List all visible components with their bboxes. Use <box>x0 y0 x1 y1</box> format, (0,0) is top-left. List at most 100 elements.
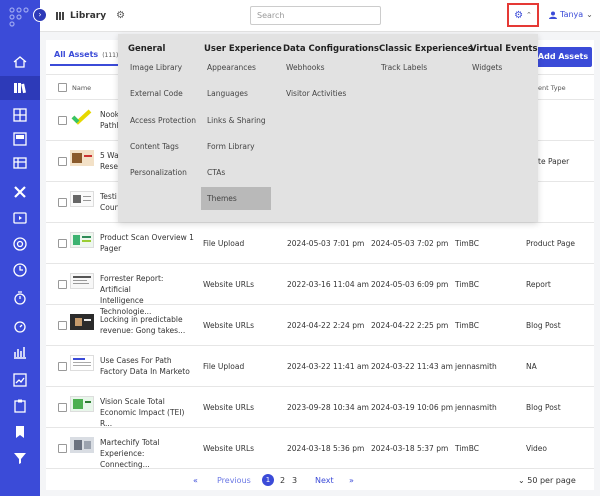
filter-icon[interactable] <box>12 450 28 466</box>
asset-type: Blog Post <box>526 321 561 330</box>
logo-icon[interactable] <box>8 6 30 28</box>
table-icon[interactable] <box>12 155 28 171</box>
asset-created: 2024-03-18 5:36 pm <box>287 444 365 453</box>
menu-item-content-tags[interactable]: Content Tags <box>130 142 179 151</box>
asset-title[interactable]: Product Scan Overview 1 Pager <box>100 232 195 254</box>
pagination: « Previous 1 2 3 Next » ⌄ 50 per page <box>46 468 594 490</box>
menu-item-widgets[interactable]: Widgets <box>472 63 502 72</box>
asset-thumbnail <box>70 232 94 248</box>
settings-menu: General Image Library External Code Acce… <box>118 34 538 222</box>
menu-item-ctas[interactable]: CTAs <box>207 168 225 177</box>
menu-item-form-library[interactable]: Form Library <box>207 142 255 151</box>
page-2-button[interactable]: 2 <box>280 476 285 485</box>
asset-source: Website URLs <box>203 444 255 453</box>
home-icon[interactable] <box>12 54 28 70</box>
menu-item-links-sharing[interactable]: Links & Sharing <box>207 116 266 125</box>
table-row[interactable]: Use Cases For Path Factory Data In Marke… <box>46 346 594 387</box>
asset-thumbnail <box>70 437 94 453</box>
first-page-button[interactable]: « <box>193 476 198 485</box>
row-checkbox[interactable] <box>58 157 67 166</box>
select-all-checkbox[interactable] <box>58 83 67 92</box>
video-icon[interactable] <box>12 210 28 226</box>
menu-item-languages[interactable]: Languages <box>207 89 248 98</box>
page-3-button[interactable]: 3 <box>292 476 297 485</box>
add-assets-button[interactable]: Add Assets <box>534 47 592 67</box>
asset-thumbnail <box>70 273 94 289</box>
table-row[interactable]: Forrester Report: Artificial Intelligenc… <box>46 264 594 316</box>
previous-button[interactable]: Previous <box>217 476 251 485</box>
tab-all-assets[interactable]: All Assets (111) <box>54 50 118 59</box>
asset-author: jennasmith <box>455 403 497 412</box>
tab-all-assets-count: (111) <box>102 52 119 59</box>
chevron-up-icon: ⌃ <box>526 11 532 19</box>
asset-updated: 2024-05-03 7:02 pm <box>371 239 449 248</box>
row-checkbox[interactable] <box>58 116 67 125</box>
tools-icon[interactable] <box>12 184 28 200</box>
menu-item-access-protection[interactable]: Access Protection <box>130 116 196 125</box>
grid-icon[interactable] <box>12 107 28 123</box>
asset-thumbnail <box>70 191 94 207</box>
search-input[interactable] <box>250 6 381 25</box>
bookmark-icon[interactable] <box>12 424 28 440</box>
asset-thumbnail <box>70 314 94 330</box>
asset-title[interactable]: Vision Scale Total Economic Impact (TEI)… <box>100 396 195 429</box>
asset-updated: 2024-05-03 6:09 pm <box>371 280 449 289</box>
next-button[interactable]: Next <box>315 476 334 485</box>
gear-icon[interactable]: ⚙ <box>116 10 125 21</box>
page-1-button[interactable]: 1 <box>262 474 274 486</box>
menu-item-themes[interactable]: Themes <box>201 187 271 210</box>
asset-created: 2024-04-22 2:24 pm <box>287 321 365 330</box>
menu-heading-user-experience: User Experience <box>204 44 282 54</box>
library-icon[interactable] <box>0 76 40 100</box>
menu-item-appearances[interactable]: Appearances <box>207 63 256 72</box>
bar-chart-icon[interactable] <box>12 344 28 360</box>
row-checkbox[interactable] <box>58 444 67 453</box>
menu-heading-virtual-events: Virtual Events <box>470 44 538 54</box>
clipboard-icon[interactable] <box>12 398 28 414</box>
asset-thumbnail <box>70 150 94 166</box>
settings-button[interactable]: ⚙ ⌃ <box>507 3 539 27</box>
asset-title[interactable]: Martechify Total Experience: Connecting.… <box>100 437 195 470</box>
asset-source: Website URLs <box>203 403 255 412</box>
row-checkbox[interactable] <box>58 198 67 207</box>
asset-created: 2024-05-03 7:01 pm <box>287 239 365 248</box>
row-checkbox[interactable] <box>58 362 67 371</box>
menu-item-external-code[interactable]: External Code <box>130 89 183 98</box>
asset-created: 2024-03-22 11:41 am <box>287 362 369 371</box>
menu-item-image-library[interactable]: Image Library <box>130 63 182 72</box>
table-row[interactable]: Product Scan Overview 1 Pager File Uploa… <box>46 223 594 264</box>
asset-updated: 2024-04-22 2:25 pm <box>371 321 449 330</box>
layout-icon[interactable] <box>12 131 28 147</box>
menu-item-webhooks[interactable]: Webhooks <box>286 63 325 72</box>
asset-updated: 2024-03-18 5:37 pm <box>371 444 449 453</box>
row-checkbox[interactable] <box>58 280 67 289</box>
column-name[interactable]: Name <box>72 84 91 92</box>
target-icon[interactable] <box>12 236 28 252</box>
column-content-type[interactable]: ent Type <box>538 84 566 92</box>
page-title-text: Library <box>70 10 107 21</box>
asset-thumbnail <box>70 396 94 412</box>
menu-item-track-labels[interactable]: Track Labels <box>381 63 427 72</box>
asset-title[interactable]: Locking in predictable revenue: Gong tak… <box>100 314 195 336</box>
table-row[interactable]: Martechify Total Experience: Connecting.… <box>46 428 594 469</box>
chevron-down-icon: ⌄ <box>518 476 528 485</box>
row-checkbox[interactable] <box>58 239 67 248</box>
asset-type: NA <box>526 362 537 371</box>
asset-author: jennasmith <box>455 362 497 371</box>
stopwatch-icon[interactable] <box>12 318 28 334</box>
clock-icon[interactable] <box>12 262 28 278</box>
row-checkbox[interactable] <box>58 321 67 330</box>
user-menu[interactable]: Tanya ⌄ <box>549 10 593 19</box>
chevron-right-icon[interactable]: › <box>33 8 47 22</box>
asset-title[interactable]: Use Cases For Path Factory Data In Marke… <box>100 355 195 377</box>
table-row[interactable]: Locking in predictable revenue: Gong tak… <box>46 305 594 346</box>
timer-icon[interactable] <box>12 290 28 306</box>
last-page-button[interactable]: » <box>349 476 354 485</box>
row-checkbox[interactable] <box>58 403 67 412</box>
menu-item-visitor-activities[interactable]: Visitor Activities <box>286 89 346 98</box>
per-page-select[interactable]: ⌄ 50 per page <box>518 476 576 485</box>
menu-item-personalization[interactable]: Personalization <box>130 168 187 177</box>
asset-source: File Upload <box>203 239 245 248</box>
table-row[interactable]: Vision Scale Total Economic Impact (TEI)… <box>46 387 594 428</box>
report-icon[interactable] <box>12 372 28 388</box>
